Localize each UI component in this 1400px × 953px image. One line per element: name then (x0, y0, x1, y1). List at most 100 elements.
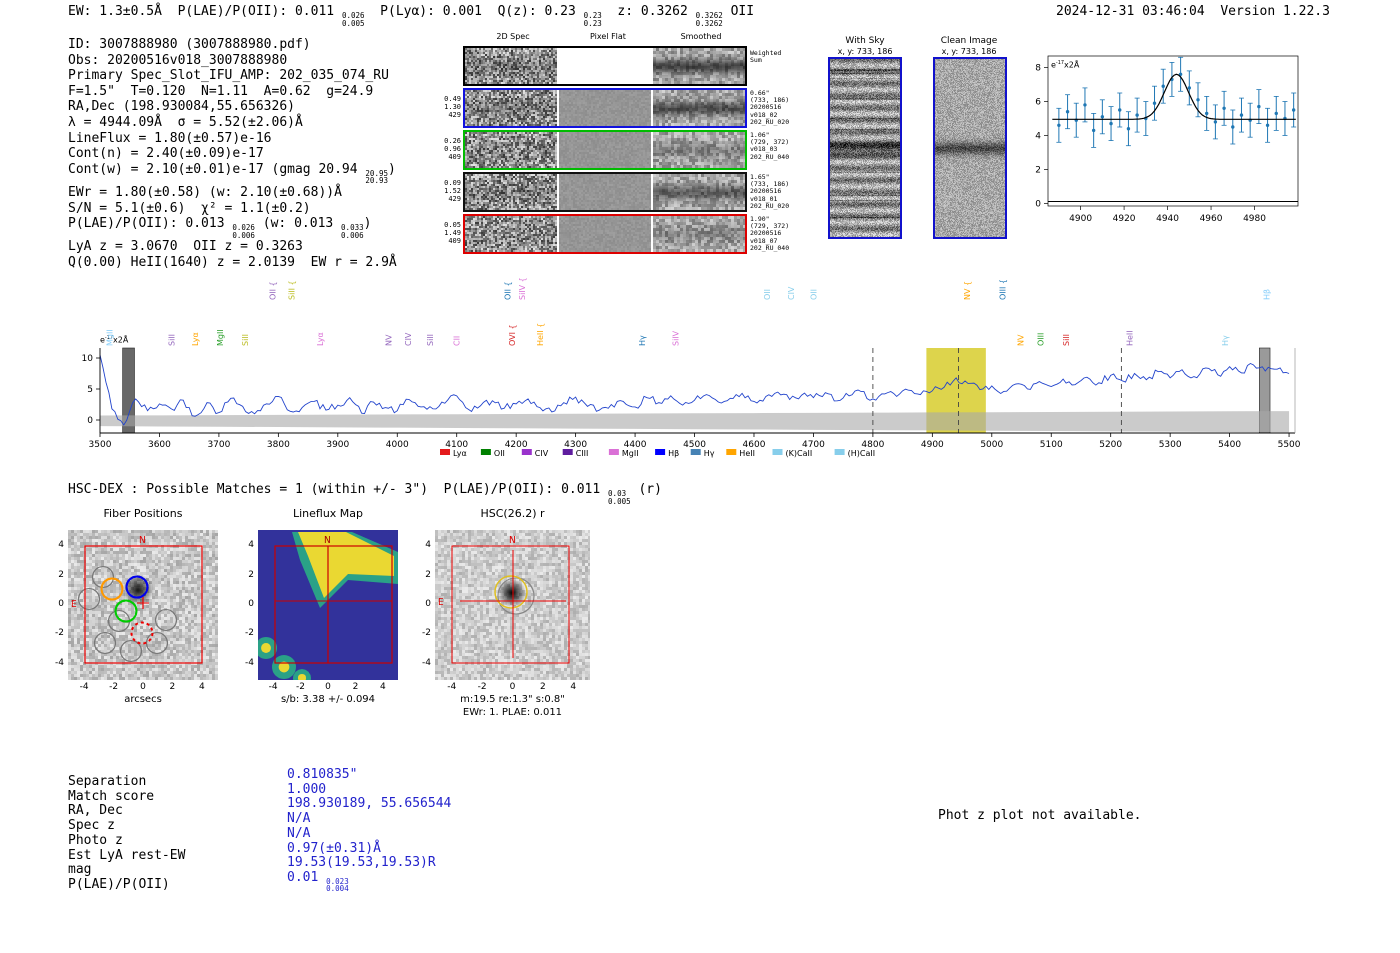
emission-line-label: NV (384, 334, 393, 346)
hsc-xtick-label: 0 (509, 682, 516, 692)
legend-label: MgII (622, 449, 639, 458)
legend-label: Hγ (704, 449, 715, 458)
emission-line-label: OIII (1037, 333, 1046, 346)
stacked-uncertainty: 0.023 0.004 (326, 876, 349, 894)
match-table-label: Est LyA rest-EW (68, 847, 186, 863)
stacked-uncertainty: 20.95 20.93 (365, 168, 388, 186)
spec2d-image (465, 174, 557, 210)
detection-info-block: ID: 3007888980 (3007888980.pdf) Obs: 2020… (68, 37, 397, 271)
emission-line-label: MgII (106, 329, 115, 346)
lineflux-ytick-label: -2 (245, 628, 254, 639)
with-sky-title: With Sky (845, 36, 885, 46)
info-line: EWr = 1.80(±0.58) (w: 2.10(±0.68))Å (68, 184, 342, 200)
fiber-panel-image (68, 530, 218, 680)
fiber-xtick-label: 2 (169, 682, 176, 692)
linefit-chart: 4900 4920 4940 4960 4980 0 2 4 6 8 (1035, 55, 1299, 224)
summary-line: EW: 1.3±0.5Å P(LAE)/P(OII): 0.011 0.026 0… (68, 4, 755, 28)
emission-line-label: HeII { (536, 323, 545, 346)
lineflux-xtick-label: 0 (325, 682, 331, 692)
spec2d-header-2dspec: 2D Spec (496, 32, 530, 41)
legend-label: OII (494, 449, 505, 458)
emission-line-label: OII (809, 289, 818, 300)
lineflux-ytick-label: 2 (248, 569, 254, 580)
spec2d-row-meta: 1.90" (729, 372) 20200516 v018_07 202_RU_040 (750, 215, 790, 252)
hsc-r-title: HSC(26.2) r (480, 507, 545, 520)
fiber-xtick-label: 0 (140, 682, 146, 692)
emission-line-label: OII { (503, 281, 512, 300)
match-table-label: Match score (68, 788, 155, 804)
linefit-xtick-label: 4900 (1069, 214, 1092, 224)
pixel-flat-image (559, 174, 651, 210)
fiber-ytick-label: -4 (55, 657, 64, 668)
clean-image-cutout (933, 57, 1007, 239)
emission-line-label: Hβ (1262, 289, 1271, 300)
match-table-label: Spec z (68, 818, 115, 834)
emission-line-label: NV (1016, 334, 1025, 346)
pixel-flat-image (559, 90, 651, 126)
match-table-label: Separation (68, 774, 147, 789)
match-table-value: N/A (287, 825, 311, 841)
stacked-uncertainty: 0.03 0.005 (608, 489, 631, 506)
pixel-flat-image (559, 48, 651, 84)
emission-line-label: SiII (167, 334, 176, 346)
match-table-label: P(LAE)/P(OII) (68, 876, 170, 892)
hsc-xtick-label: 2 (540, 682, 546, 692)
emission-line-label: OVI { (508, 324, 517, 346)
legend-label: Hβ (668, 449, 679, 458)
lineflux-panel-image (258, 530, 398, 680)
match-table-value: N/A (287, 811, 311, 827)
match-table-label: RA, Dec (68, 803, 123, 819)
pixel-flat-image (559, 132, 651, 168)
spec2d-row-scale-values: 0.09 1.52 429 (444, 179, 461, 203)
spec2d-header-smoothed: Smoothed (680, 32, 722, 41)
legend-label: Lyα (453, 449, 467, 458)
linefit-xtick-label: 4920 (1113, 214, 1136, 224)
spectrum-xtick-label: 4900 (921, 440, 944, 450)
photz-note: Phot z plot not available. (938, 808, 1142, 823)
spectrum-xtick-label: 4000 (386, 440, 409, 450)
hsc-dex-summary: HSC-DEX : Possible Matches = 1 (within +… (68, 482, 662, 506)
hsc-xtick-label: -4 (447, 682, 457, 692)
info-line: Primary Spec_Slot_IFU_AMP: 202_035_074_R… (68, 68, 389, 84)
clean-image-title: Clean Image (940, 36, 998, 46)
lineflux-ytick-label: -4 (245, 657, 254, 668)
lineflux-caption: s/b: 3.38 +/- 0.094 (280, 694, 376, 705)
with-sky-cutout-image (830, 59, 900, 237)
legend-label: (H)CaII (848, 449, 875, 458)
spectrum-chart: 05103500 3600 3700 3800 3900 4000 4100 4200 4300… (82, 277, 1301, 458)
spec2d-row (463, 88, 747, 128)
spectrum-xtick-label: 3900 (326, 440, 349, 450)
info-line: S/N = 5.1(±0.6) χ² = 1.1(±0.2) (68, 200, 311, 216)
with-sky-coords: x, y: 733, 186 (837, 47, 893, 56)
stacked-uncertainty: 0.3262 0.3262 (695, 11, 723, 28)
hsc-panel-image (435, 530, 590, 680)
spec2d-header-pixelflat: Pixel Flat (590, 32, 626, 41)
fiber-xtick-label: -2 (109, 682, 119, 692)
emission-line-label: Hγ (1221, 335, 1230, 346)
emission-line-label: Lyα (191, 332, 200, 346)
fiber-xlabel: arcsecs (124, 694, 162, 705)
with-sky-cutout (828, 57, 902, 239)
spec2d-image (465, 132, 557, 168)
hsc-ytick-label: -2 (422, 628, 431, 639)
spec2d-row-meta: 0.66" (733, 186) 20200516 v018_02 202_RU_020 (750, 89, 790, 126)
legend-label: (K)CaII (786, 449, 813, 458)
spectrum-ytick-label: 0 (87, 416, 93, 426)
stacked-uncertainty: 0.026 0.005 (341, 11, 365, 28)
emission-line-label: MgII (216, 329, 225, 346)
linefit-ytick-label: 6 (1035, 98, 1041, 108)
hsc-xtick-label: 4 (570, 682, 577, 692)
spec2d-row-meta: 1.65" (733, 186) 20200516 v018_01 202_RU_020 (750, 173, 790, 210)
weighted-sum-label: Weighted Sum (750, 49, 782, 65)
info-line: λ = 4944.09Å σ = 5.52(±2.06)Å (68, 114, 303, 130)
spec2d-row-scale-values: 0.05 1.49 409 (444, 221, 461, 245)
pixel-flat-image (559, 216, 651, 252)
spectrum-ytick-label: 10 (82, 354, 94, 364)
spec2d-row (463, 172, 747, 212)
legend-label: CIII (576, 449, 589, 458)
emission-line-label: CIV (404, 332, 413, 346)
hsc-ytick-label: -4 (422, 657, 431, 668)
hsc-ytick-label: 0 (425, 599, 431, 609)
lineflux-xtick-label: 4 (380, 682, 386, 692)
emission-line-label: Lyα (316, 332, 325, 346)
